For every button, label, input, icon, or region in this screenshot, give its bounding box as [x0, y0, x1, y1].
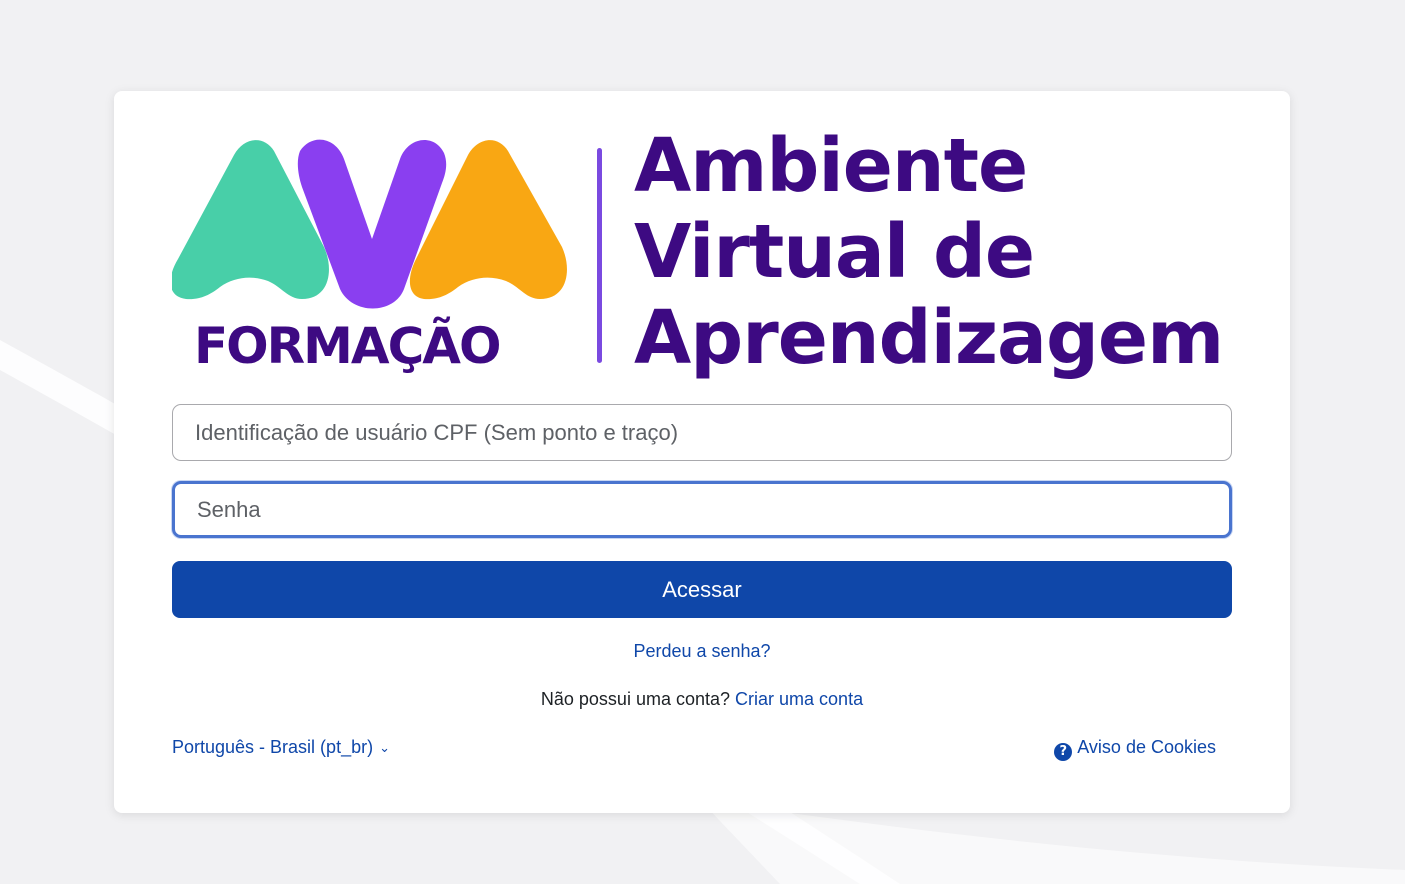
logo-title-line-3: Aprendizagem: [634, 295, 1224, 381]
forgot-password-link[interactable]: Perdeu a senha?: [633, 641, 770, 661]
chevron-down-icon: ⌄: [379, 740, 390, 755]
logo-subtitle: FORMAÇÃO: [194, 317, 502, 375]
cookies-label: Aviso de Cookies: [1077, 737, 1216, 757]
logo-title-line-1: Ambiente: [634, 123, 1028, 209]
ava-logo: FORMAÇÃO Ambiente Virtual de Aprendizage…: [172, 121, 1234, 381]
signup-prompt: Não possui uma conta?: [540, 689, 731, 709]
question-circle-icon: ?: [1054, 743, 1073, 761]
logo-title-line-2: Virtual de: [634, 209, 1035, 295]
signup-row: Não possui uma conta? Criar uma conta: [114, 689, 1290, 710]
ava-logo-mark-icon: [172, 139, 567, 309]
password-input[interactable]: [172, 481, 1232, 538]
logo-divider: [597, 148, 602, 363]
forgot-password-row: Perdeu a senha?: [114, 641, 1290, 662]
language-label: Português - Brasil (pt_br): [172, 737, 374, 757]
signup-link[interactable]: Criar uma conta: [735, 689, 863, 709]
language-selector[interactable]: Português - Brasil (pt_br) ⌄: [172, 737, 390, 758]
cookies-notice-link[interactable]: ? Aviso de Cookies: [1054, 737, 1216, 761]
login-card: FORMAÇÃO Ambiente Virtual de Aprendizage…: [114, 91, 1290, 813]
login-button[interactable]: Acessar: [172, 561, 1232, 618]
username-input[interactable]: [172, 404, 1232, 461]
logo-title: Ambiente Virtual de Aprendizagem: [634, 123, 1224, 381]
